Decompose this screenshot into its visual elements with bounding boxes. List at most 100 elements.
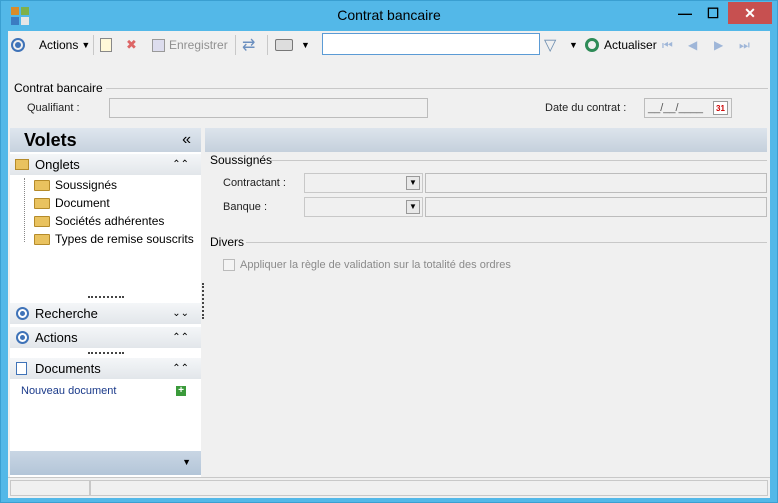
form-header-bar (205, 128, 767, 152)
collapse-chevron-icon[interactable]: ⌃⌃ (172, 154, 189, 175)
tree-item-societes-adherentes[interactable]: Sociétés adhérentes (34, 213, 164, 229)
divider (246, 242, 767, 243)
folder-icon (34, 179, 50, 191)
qualifiant-field[interactable] (109, 98, 428, 118)
search-circle-icon (16, 307, 29, 320)
tree-item-soussignes[interactable]: Soussignés (34, 177, 117, 193)
documents-title: Documents (35, 361, 101, 376)
contractant-label: Contractant : (223, 177, 286, 189)
tree-item-label: Document (55, 196, 110, 210)
toolbar-separator (267, 35, 268, 55)
chevron-down-icon: ▼ (301, 40, 310, 50)
tree-item-document[interactable]: Document (34, 195, 110, 211)
add-document-icon[interactable]: + (176, 386, 186, 396)
volets-header: Volets « (10, 128, 201, 152)
previous-record-icon[interactable]: ◀ (688, 35, 697, 55)
close-button[interactable]: ✕ (728, 2, 772, 24)
tree-item-label: Sociétés adhérentes (55, 214, 165, 228)
collapse-chevron-icon[interactable]: ⌃⌃ (172, 358, 189, 379)
chevron-down-icon: ▼ (81, 40, 91, 50)
calendar-icon[interactable]: 31 (713, 101, 728, 115)
tree-item-types-remise[interactable]: Types de remise souscrits (34, 231, 194, 247)
next-record-icon[interactable]: ▶ (714, 35, 723, 55)
status-bar (8, 477, 770, 498)
actions-panel-title: Actions (35, 330, 78, 345)
volets-panel: Volets « Onglets ⌃⌃ Soussignés Document … (10, 128, 201, 477)
client-area: Actions ▼ ✖ Enregistrer ⇄ ▼ ▽ ▼ Actualis… (8, 31, 770, 498)
onglets-title: Onglets (35, 157, 80, 172)
validation-rule-checkbox[interactable] (223, 259, 235, 271)
date-field[interactable]: __/__/____ 31 (644, 98, 732, 118)
date-label: Date du contrat : (545, 102, 627, 114)
first-record-icon[interactable]: ⏮ (662, 35, 673, 55)
folder-icon (34, 197, 50, 209)
chevron-down-icon[interactable]: ▼ (182, 457, 191, 467)
status-segment (10, 480, 90, 496)
minimize-button[interactable]: — (672, 2, 698, 24)
banque-label: Banque : (223, 201, 268, 213)
qualifiant-label: Qualifiant : (27, 102, 80, 114)
splitter-grip[interactable] (88, 352, 124, 355)
actions-menu-label: Actions (39, 38, 79, 52)
splitter-grip[interactable] (88, 296, 124, 299)
actions-menu-button[interactable]: Actions ▼ (39, 35, 90, 55)
recherche-title: Recherche (35, 306, 98, 321)
divers-group-title: Divers (210, 235, 245, 249)
printer-icon (275, 39, 293, 51)
expand-chevron-icon[interactable]: ⌄⌄ (172, 303, 189, 324)
search-input[interactable] (322, 33, 540, 55)
toolbar-separator (93, 35, 94, 55)
filter-dropdown-chevron-icon[interactable]: ▼ (569, 35, 578, 55)
dropdown-double-chevron-icon[interactable]: ▼ (406, 200, 420, 214)
refresh-button[interactable]: Actualiser (585, 35, 657, 55)
tree-item-label: Types de remise souscrits (55, 232, 194, 246)
tree-item-label: Soussignés (55, 178, 118, 192)
folder-icon (34, 215, 50, 227)
dropdown-double-chevron-icon[interactable]: ▼ (406, 176, 420, 190)
folder-icon (15, 159, 29, 170)
onglets-header[interactable]: Onglets ⌃⌃ (10, 154, 201, 175)
refresh-label: Actualiser (604, 38, 657, 52)
sync-icon[interactable]: ⇄ (242, 35, 255, 55)
filter-icon[interactable]: ▽ (544, 35, 556, 55)
validation-rule-label: Appliquer la règle de validation sur la … (240, 259, 511, 271)
status-segment (90, 480, 768, 496)
banque-combo[interactable]: ▼ (304, 197, 423, 217)
collapse-panel-icon[interactable]: « (182, 128, 191, 152)
actions-panel-header[interactable]: Actions ⌃⌃ (10, 327, 201, 348)
panel-selector-bar[interactable]: ▼ (10, 451, 201, 475)
contract-header-group: Contrat bancaire Qualifiant : Date du co… (8, 78, 770, 126)
delete-icon[interactable]: ✖ (126, 35, 137, 55)
contractant-combo[interactable]: ▼ (304, 173, 423, 193)
volets-title: Volets (24, 130, 77, 150)
new-document-link[interactable]: Nouveau document (21, 385, 116, 397)
collapse-chevron-icon[interactable]: ⌃⌃ (172, 327, 189, 348)
refresh-icon (585, 38, 599, 52)
new-document-icon[interactable] (100, 35, 112, 55)
maximize-button[interactable]: ☐ (699, 2, 727, 24)
divider (270, 160, 767, 161)
save-icon (152, 38, 165, 52)
application-window: Contrat bancaire — ☐ ✕ Actions ▼ ✖ Enreg… (0, 0, 778, 503)
title-bar[interactable]: Contrat bancaire — ☐ ✕ (1, 1, 777, 31)
folder-icon (34, 233, 50, 245)
save-label: Enregistrer (169, 38, 228, 52)
window-title: Contrat bancaire (337, 7, 441, 23)
toolbar-separator (235, 35, 236, 55)
recherche-header[interactable]: Recherche ⌄⌄ (10, 303, 201, 324)
actions-circle-icon[interactable] (11, 35, 25, 55)
last-record-icon[interactable]: ⏭ (739, 35, 750, 55)
divider (106, 88, 768, 89)
actions-circle-icon (16, 331, 29, 344)
contractant-name-field[interactable] (425, 173, 767, 193)
soussignes-group-title: Soussignés (210, 153, 273, 167)
vertical-splitter-grip[interactable] (202, 283, 204, 319)
tree-line (24, 178, 25, 242)
save-button[interactable]: Enregistrer (152, 35, 228, 55)
document-icon (16, 362, 27, 375)
print-button[interactable]: ▼ (275, 35, 310, 55)
banque-name-field[interactable] (425, 197, 767, 217)
toolbar: Actions ▼ ✖ Enregistrer ⇄ ▼ ▽ ▼ Actualis… (8, 31, 770, 59)
form-area: Soussignés Contractant : ▼ Banque : ▼ Di… (205, 128, 767, 477)
documents-header[interactable]: Documents ⌃⌃ (10, 358, 201, 379)
